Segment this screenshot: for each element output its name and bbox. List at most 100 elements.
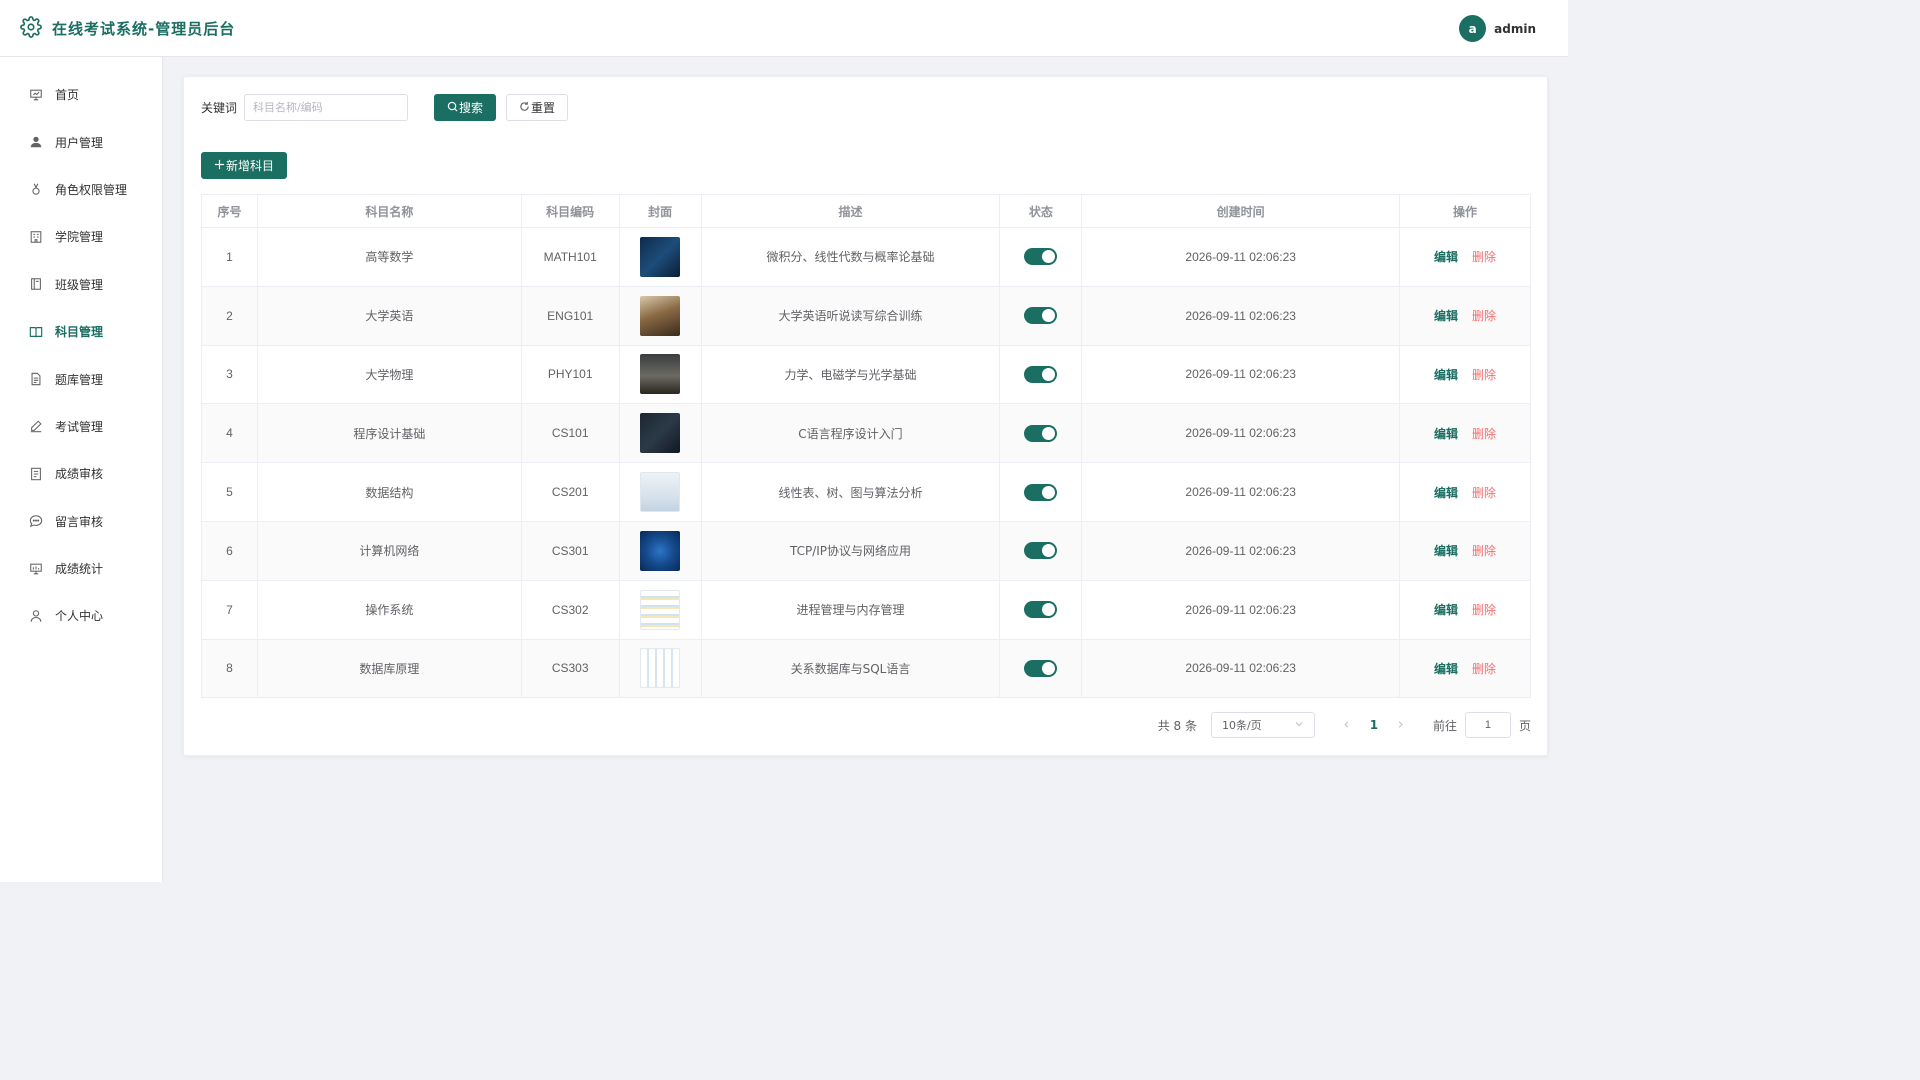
edit-button[interactable]: 编辑 [1434, 427, 1458, 441]
cover-cell [619, 227, 702, 287]
prev-page-button[interactable] [1335, 718, 1359, 732]
sidebar-item-score-review[interactable]: 成绩审核 [0, 450, 162, 497]
cover-image-programming[interactable] [640, 413, 681, 454]
search-icon [447, 101, 459, 115]
delete-button[interactable]: 删除 [1472, 309, 1496, 323]
row-index: 3 [201, 345, 258, 405]
edit-button[interactable]: 编辑 [1434, 309, 1458, 323]
delete-button[interactable]: 删除 [1472, 368, 1496, 382]
user-filled-icon [28, 135, 43, 150]
status-toggle[interactable] [1024, 307, 1058, 325]
status-toggle[interactable] [1024, 659, 1058, 677]
sidebar-item-score-stats[interactable]: 成绩统计 [0, 545, 162, 592]
delete-button[interactable]: 删除 [1472, 250, 1496, 264]
subject-description: TCP/IP协议与网络应用 [701, 521, 1001, 581]
delete-button[interactable]: 删除 [1472, 544, 1496, 558]
delete-button[interactable]: 删除 [1472, 603, 1496, 617]
edit-button[interactable]: 编辑 [1434, 603, 1458, 617]
subject-code: PHY101 [521, 345, 620, 405]
avatar[interactable]: a [1459, 15, 1487, 42]
gear-icon [20, 15, 42, 41]
actions-cell: 编辑 删除 [1399, 639, 1531, 699]
table-row: 7 操作系统 CS302 进程管理与内存管理 2026-09-11 02:06:… [201, 580, 1531, 640]
column-header: 描述 [701, 194, 1001, 228]
actions-cell: 编辑 删除 [1399, 462, 1531, 522]
reset-button-label: 重置 [531, 101, 556, 115]
user-menu[interactable]: a admin [1459, 15, 1536, 42]
edit-button[interactable]: 编辑 [1434, 544, 1458, 558]
status-cell [999, 286, 1083, 346]
page-size-select[interactable]: 10条/页 [1210, 712, 1315, 738]
cover-image-database[interactable] [640, 648, 681, 689]
cover-cell [619, 286, 702, 346]
edit-button[interactable]: 编辑 [1434, 662, 1458, 676]
edit-button[interactable]: 编辑 [1434, 486, 1458, 500]
delete-button[interactable]: 删除 [1472, 662, 1496, 676]
column-header: 科目名称 [257, 194, 522, 228]
sidebar-item-label: 科目管理 [55, 325, 104, 340]
status-toggle[interactable] [1024, 483, 1058, 501]
cover-image-data-structure[interactable] [640, 472, 681, 513]
goto-page-input[interactable] [1464, 712, 1511, 738]
status-toggle[interactable] [1024, 365, 1058, 383]
sidebar-item-label: 个人中心 [55, 609, 104, 624]
row-index: 8 [201, 639, 258, 699]
sidebar-item-profile[interactable]: 个人中心 [0, 592, 162, 639]
subject-code: CS303 [521, 639, 620, 699]
created-time: 2026-09-11 02:06:23 [1081, 521, 1401, 581]
sidebar-item-label: 角色权限管理 [55, 182, 128, 197]
reset-button[interactable]: 重置 [506, 94, 569, 121]
created-time: 2026-09-11 02:06:23 [1081, 639, 1401, 699]
row-index: 5 [201, 462, 258, 522]
subject-description: 微积分、线性代数与概率论基础 [701, 227, 1001, 287]
cover-cell [619, 639, 702, 699]
search-form: 关键词 搜索 重置 [201, 94, 569, 121]
next-page-button[interactable] [1389, 718, 1413, 732]
subject-name: 大学物理 [257, 345, 522, 405]
sidebar-item-question-bank[interactable]: 题库管理 [0, 355, 162, 402]
app-title: 在线考试系统-管理员后台 [52, 19, 236, 38]
delete-button[interactable]: 删除 [1472, 486, 1496, 500]
subject-name: 程序设计基础 [257, 403, 522, 464]
table-row: 2 大学英语 ENG101 大学英语听说读写综合训练 2026-09-11 02… [201, 286, 1531, 346]
search-button[interactable]: 搜索 [434, 94, 497, 121]
cover-image-physics[interactable] [640, 354, 681, 395]
building-icon [28, 229, 43, 244]
table-row: 3 大学物理 PHY101 力学、电磁学与光学基础 2026-09-11 02:… [201, 345, 1531, 405]
sidebar-item-classes[interactable]: 班级管理 [0, 261, 162, 308]
edit-button[interactable]: 编辑 [1434, 368, 1458, 382]
status-toggle[interactable] [1024, 424, 1058, 442]
column-header: 创建时间 [1081, 194, 1401, 228]
sidebar-item-users[interactable]: 用户管理 [0, 118, 162, 165]
sidebar-item-exams[interactable]: 考试管理 [0, 403, 162, 450]
status-toggle[interactable] [1024, 542, 1058, 560]
status-toggle[interactable] [1024, 601, 1058, 619]
pagination: 共 8 条 10条/页 1 前往 页 [1158, 712, 1531, 738]
status-cell [999, 227, 1083, 287]
sidebar-item-home[interactable]: 首页 [0, 71, 162, 118]
page-number-current[interactable]: 1 [1359, 718, 1389, 732]
sidebar-item-message-review[interactable]: 留言审核 [0, 498, 162, 545]
cover-cell [619, 462, 702, 522]
edit-button[interactable]: 编辑 [1434, 250, 1458, 264]
status-toggle[interactable] [1024, 248, 1058, 266]
subject-code: CS302 [521, 580, 620, 640]
username[interactable]: admin [1494, 22, 1536, 36]
row-index: 1 [201, 227, 258, 287]
sidebar-item-subjects[interactable]: 科目管理 [0, 308, 162, 355]
row-index: 7 [201, 580, 258, 640]
sidebar-item-roles[interactable]: 角色权限管理 [0, 166, 162, 213]
status-cell [999, 403, 1083, 464]
delete-button[interactable]: 删除 [1472, 427, 1496, 441]
cover-image-network[interactable] [640, 530, 681, 571]
subject-description: 关系数据库与SQL语言 [701, 639, 1001, 699]
row-index: 6 [201, 521, 258, 581]
brand: 在线考试系统-管理员后台 [20, 15, 236, 41]
cover-image-math[interactable] [640, 236, 681, 277]
actions-cell: 编辑 删除 [1399, 345, 1531, 405]
cover-image-os[interactable] [640, 589, 681, 630]
cover-image-english[interactable] [640, 295, 681, 336]
add-subject-button[interactable]: 新增科目 [201, 152, 288, 179]
sidebar-item-colleges[interactable]: 学院管理 [0, 213, 162, 260]
keyword-input[interactable] [244, 94, 408, 121]
